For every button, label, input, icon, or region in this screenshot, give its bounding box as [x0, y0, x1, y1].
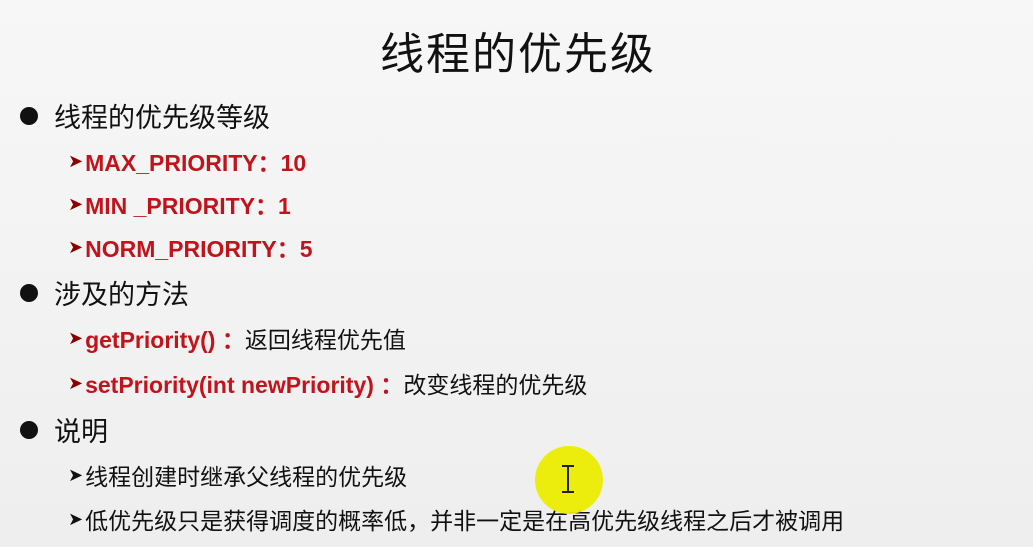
arrow-bullet-icon: ➤ — [68, 236, 84, 258]
section-heading-priority-levels: 线程的优先级等级 — [20, 96, 270, 135]
list-item: ➤ MIN _PRIORITY：1 — [68, 187, 291, 221]
section-heading-text: 说明 — [54, 417, 108, 448]
arrow-bullet-icon: ➤ — [68, 464, 84, 486]
text-cursor-icon — [561, 465, 575, 493]
arrow-bullet-icon: ➤ — [68, 508, 84, 530]
arrow-bullet-icon: ➤ — [68, 150, 84, 172]
arrow-bullet-icon: ➤ — [68, 372, 84, 394]
method-description: 返回线程优先值 — [244, 328, 406, 354]
list-item: ➤ getPriority() ： 返回线程优先值 — [68, 321, 406, 355]
priority-constant: MAX_PRIORITY：10 — [85, 150, 307, 176]
section-heading-methods: 涉及的方法 — [20, 273, 189, 312]
list-item: ➤ NORM_PRIORITY：5 — [68, 230, 313, 264]
slide-title: 线程的优先级 — [380, 29, 656, 80]
list-item: ➤ setPriority(int newPriority) ： 改变线程的优先… — [68, 366, 587, 400]
method-description: 改变线程的优先级 — [403, 373, 588, 399]
arrow-bullet-icon: ➤ — [68, 193, 84, 215]
bullet-icon — [20, 283, 38, 302]
list-item: ➤ 低优先级只是获得调度的概率低，并非一定是在高优先级线程之后才被调用 — [68, 502, 844, 536]
list-item: ➤ MAX_PRIORITY：10 — [68, 144, 306, 178]
arrow-bullet-icon: ➤ — [68, 327, 84, 349]
slide: 线程的优先级 线程的优先级等级 ➤ MAX_PRIORITY：10 ➤ MIN … — [0, 0, 1033, 547]
list-item: ➤ 线程创建时继承父线程的优先级 — [68, 458, 407, 492]
section-heading-text: 线程的优先级等级 — [54, 103, 270, 134]
section-heading-notes: 说明 — [20, 410, 108, 449]
bullet-icon — [20, 106, 38, 125]
note-text: 低优先级只是获得调度的概率低，并非一定是在高优先级线程之后才被调用 — [85, 509, 845, 535]
bullet-icon — [20, 420, 38, 439]
method-signature: setPriority(int newPriority) ： — [85, 372, 404, 398]
priority-constant: NORM_PRIORITY：5 — [85, 236, 313, 262]
note-text: 线程创建时继承父线程的优先级 — [85, 465, 408, 491]
section-heading-text: 涉及的方法 — [54, 280, 189, 311]
method-signature: getPriority() ： — [85, 327, 245, 353]
priority-constant: MIN _PRIORITY：1 — [85, 193, 291, 219]
